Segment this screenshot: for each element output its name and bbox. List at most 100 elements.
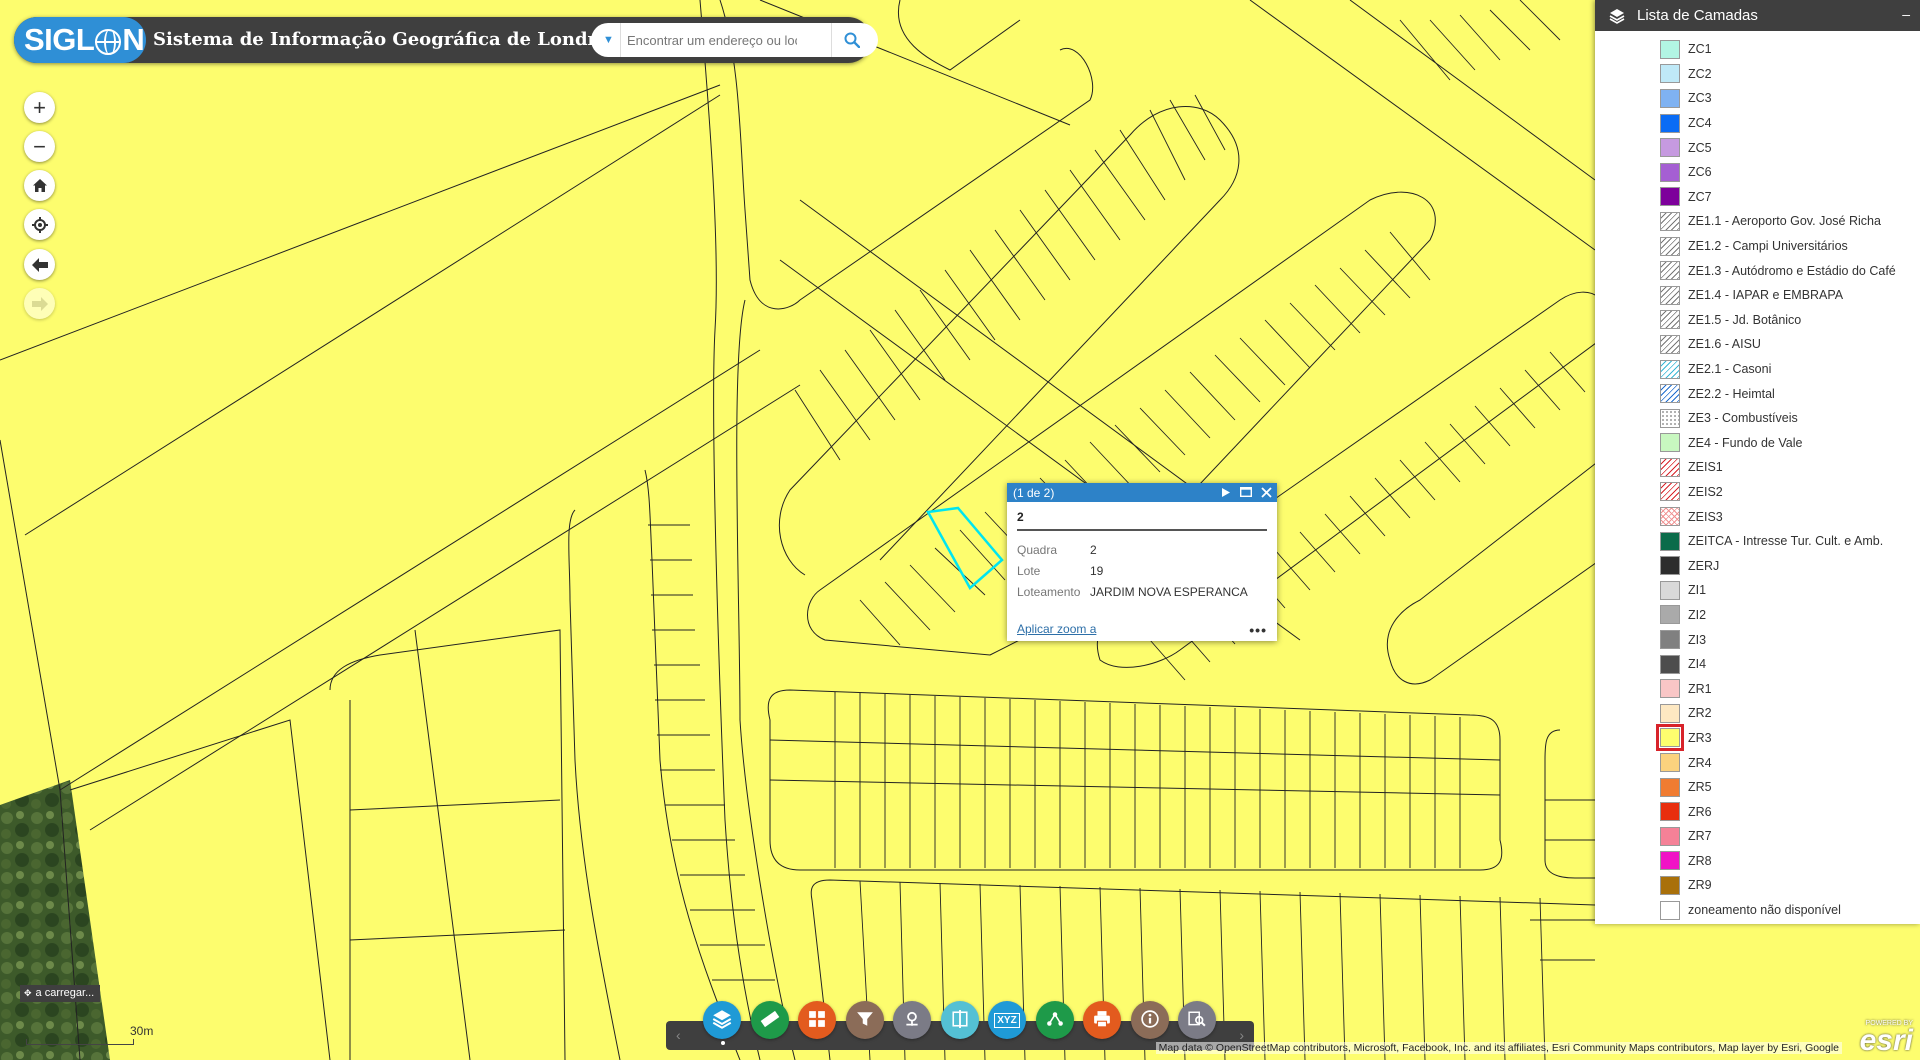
basemap-gallery-tool-button[interactable] <box>798 1001 836 1039</box>
legend-item: ZE1.3 - Autódromo e Estádio do Café <box>1595 258 1920 283</box>
share-icon <box>1046 1010 1064 1031</box>
legend-item: ZC4 <box>1595 111 1920 136</box>
legend-item: ZR5 <box>1595 775 1920 800</box>
filter-tool-button[interactable] <box>845 1001 884 1039</box>
legend-label: ZE1.6 - AISU <box>1688 337 1761 352</box>
legend-swatch <box>1660 900 1680 920</box>
legend-item: ZE1.4 - IAPAR e EMBRAPA <box>1595 283 1920 308</box>
app-title: Sistema de Informação Geográfica de Lond… <box>153 29 629 50</box>
search-icon <box>844 32 860 48</box>
toolbar-next-button[interactable]: › <box>1239 1027 1244 1043</box>
zoom-in-button[interactable]: + <box>24 92 55 123</box>
next-feature-button[interactable] <box>1219 484 1233 500</box>
active-tool-indicator <box>721 1041 725 1045</box>
geo-locate-icon <box>903 1010 921 1031</box>
minus-icon: − <box>33 133 46 159</box>
legend-item: ZE1.6 - AISU <box>1595 332 1920 357</box>
swipe-tool-button[interactable] <box>940 1001 979 1039</box>
geo-locate-tool-button[interactable] <box>893 1001 931 1039</box>
legend-swatch <box>1660 580 1680 600</box>
legend-swatch <box>1660 384 1680 404</box>
legend-swatch <box>1660 408 1680 428</box>
legend-swatch <box>1660 802 1680 822</box>
share-tool-button[interactable] <box>1035 1001 1074 1039</box>
legend-label: ZE4 - Fundo de Vale <box>1688 435 1803 450</box>
popup-title: 2 <box>1017 510 1267 531</box>
legend-item: ZI1 <box>1595 578 1920 603</box>
legend-label: ZC6 <box>1688 165 1712 180</box>
zoom-to-link[interactable]: Aplicar zoom a <box>1017 622 1096 636</box>
toolbar-prev-button[interactable]: ‹ <box>676 1027 681 1043</box>
siglon-logo[interactable]: SIGL N <box>14 17 146 63</box>
legend-label: zoneamento não disponível <box>1688 903 1841 918</box>
legend-item: ZI3 <box>1595 627 1920 652</box>
coordinates-icon: XYZ <box>994 1012 1020 1028</box>
legend-swatch <box>1660 605 1680 625</box>
legend-item: ZEITCA - Intresse Tur. Cult. e Amb. <box>1595 529 1920 554</box>
coordinates-tool-button[interactable]: XYZ <box>988 1001 1026 1039</box>
home-icon <box>32 179 47 192</box>
zoom-out-button[interactable]: − <box>24 131 55 162</box>
legend-label: ZR8 <box>1688 853 1712 868</box>
legend-label: ZE1.5 - Jd. Botânico <box>1688 312 1802 327</box>
feature-popup: (1 de 2) 2 Quadra 2 Lote 19 Loteamento J… <box>1007 483 1277 641</box>
query-tool-button[interactable] <box>1178 1001 1216 1039</box>
attribute-key: Lote <box>1017 563 1041 578</box>
home-button[interactable] <box>24 170 55 201</box>
legend-item: ZE4 - Fundo de Vale <box>1595 431 1920 456</box>
minimize-button[interactable]: – <box>1902 6 1910 22</box>
logo-text: SIGL N <box>24 22 145 57</box>
legend-item: ZR3 <box>1595 724 1920 752</box>
legend-swatch <box>1660 334 1680 354</box>
close-icon <box>1260 486 1272 498</box>
measure-tool-button[interactable] <box>750 1001 789 1039</box>
legend-label: ZR2 <box>1688 706 1712 721</box>
legend-item: ZI4 <box>1595 652 1920 677</box>
legend-swatch <box>1660 753 1680 773</box>
legend-item: ZEIS2 <box>1595 480 1920 505</box>
close-button[interactable] <box>1259 484 1273 500</box>
legend-swatch <box>1660 851 1680 871</box>
search-source-dropdown[interactable]: ▼ <box>597 23 621 57</box>
legend-item: ZE1.1 - Aeroporto Gov. José Richa <box>1595 209 1920 234</box>
layer-list-tool-button[interactable] <box>703 1001 741 1039</box>
legend-item: ZR9 <box>1595 873 1920 898</box>
esri-wordmark: esri <box>1859 1024 1913 1057</box>
maximize-button[interactable] <box>1239 484 1253 500</box>
previous-extent-button[interactable] <box>24 249 55 280</box>
legend-swatch <box>1660 482 1680 502</box>
legend-swatch <box>1660 654 1680 674</box>
about-tool-button[interactable] <box>1130 1001 1169 1039</box>
legend-item: ZE1.2 - Campi Universitários <box>1595 234 1920 259</box>
legend-swatch <box>1656 724 1684 752</box>
arrow-left-icon <box>31 257 48 272</box>
search-button[interactable] <box>831 23 871 57</box>
legend-swatch <box>1660 703 1680 723</box>
next-extent-button[interactable] <box>24 288 55 319</box>
move-icon: ✥ <box>24 988 32 998</box>
print-tool-button[interactable] <box>1083 1001 1121 1039</box>
legend-item: ZERJ <box>1595 553 1920 578</box>
loading-text: a carregar... <box>35 987 95 999</box>
search-input[interactable] <box>627 30 797 50</box>
legend-label: ZR7 <box>1688 829 1712 844</box>
legend-label: ZEIS3 <box>1688 509 1723 524</box>
legend-item: ZC2 <box>1595 62 1920 87</box>
legend-swatch <box>1660 359 1680 379</box>
popup-header: (1 de 2) <box>1007 483 1277 502</box>
attribute-row: Lote 19 <box>1017 560 1267 581</box>
legend-swatch <box>1660 187 1680 207</box>
legend-swatch <box>1660 138 1680 158</box>
esri-logo[interactable]: POWERED BY esri <box>1851 1020 1913 1058</box>
legend-label: ZI2 <box>1688 607 1707 622</box>
legend-label: ZC3 <box>1688 91 1712 106</box>
legend-item: zoneamento não disponível <box>1595 898 1920 923</box>
legend-label: ZR9 <box>1688 878 1712 893</box>
more-actions-button[interactable]: ••• <box>1249 622 1267 638</box>
map-attribution[interactable]: Map data © OpenStreetMap contributors, M… <box>1155 1042 1842 1054</box>
legend-swatch <box>1660 113 1680 133</box>
legend-label: ZEITCA - Intresse Tur. Cult. e Amb. <box>1688 534 1884 549</box>
legend-item: ZC6 <box>1595 160 1920 185</box>
legend-label: ZEIS2 <box>1688 484 1723 499</box>
locate-button[interactable] <box>24 209 55 240</box>
